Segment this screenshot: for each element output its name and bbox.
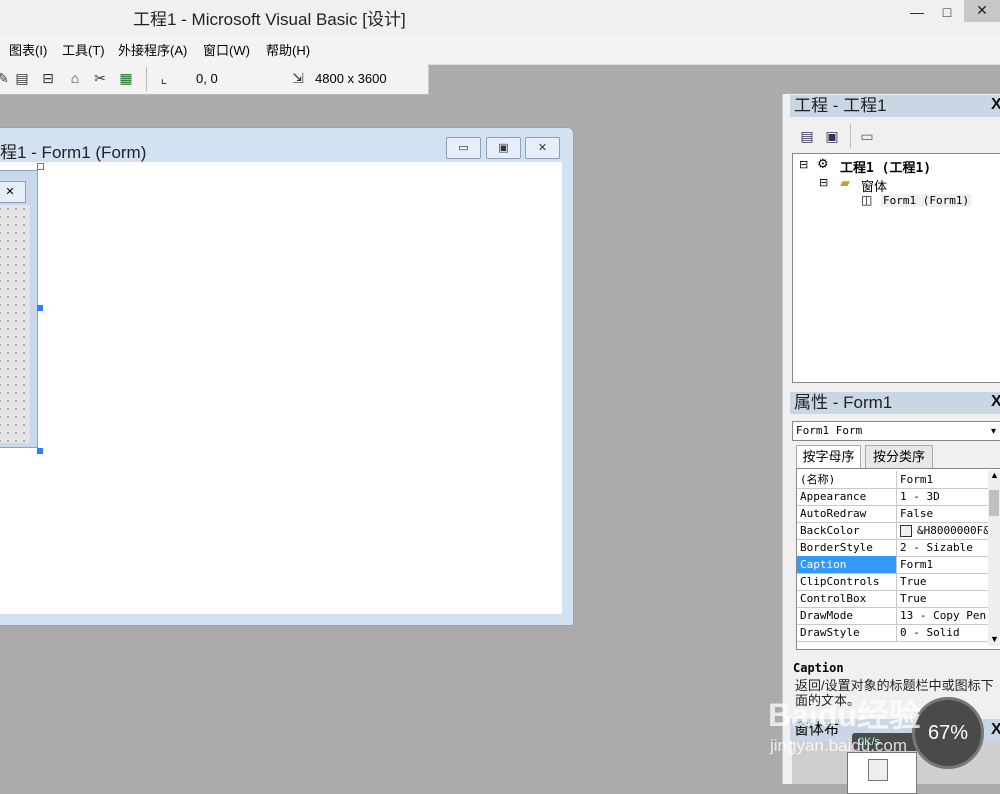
property-value[interactable]: &H8000000F& xyxy=(897,522,1000,539)
form-layout-screen[interactable] xyxy=(847,752,917,794)
property-value[interactable]: 0 - Solid xyxy=(897,624,992,641)
menu-help[interactable]: 帮助(H) xyxy=(266,40,310,59)
baidu-watermark-url: jingyan.baidu.com xyxy=(770,736,908,755)
property-name: BackColor xyxy=(797,522,897,539)
property-value[interactable]: True xyxy=(897,590,992,607)
property-name: (名称) xyxy=(797,471,897,488)
window-title: 工程1 - Microsoft Visual Basic [设计] xyxy=(133,10,406,29)
property-row[interactable]: ControlBox True xyxy=(797,590,989,608)
property-value[interactable]: Form1 xyxy=(897,556,992,573)
position-readout: 0, 0 xyxy=(196,71,218,86)
baidu-watermark: Baidu经验 xyxy=(768,697,921,733)
menu-window[interactable]: 窗口(W) xyxy=(203,40,250,59)
project-close-icon[interactable]: X xyxy=(991,96,1000,114)
toggle-folders-icon[interactable]: ▭ xyxy=(858,127,876,145)
property-row[interactable]: ClipControls True xyxy=(797,573,989,591)
menu-diagram[interactable]: 图表(I) xyxy=(9,40,47,59)
speed-badge: 67% xyxy=(912,697,984,769)
maximize-button[interactable]: □ xyxy=(935,2,959,22)
property-row[interactable]: DrawMode 13 - Copy Pen xyxy=(797,607,989,625)
view-code-icon[interactable]: ▤ xyxy=(798,127,816,145)
property-value[interactable]: Form1 xyxy=(897,471,992,488)
properties-window-icon[interactable]: ⊟ xyxy=(39,69,57,87)
properties-panel-title-text: 属性 - Form1 xyxy=(794,393,893,412)
property-row[interactable]: AutoRedraw False xyxy=(797,505,989,523)
form1-close-icon[interactable]: ✕ xyxy=(0,181,26,203)
form-designer-title: 程1 - Form1 (Form) xyxy=(0,143,147,162)
object-browser-icon[interactable]: ✂ xyxy=(91,69,109,87)
scroll-down-icon[interactable]: ▼ xyxy=(990,634,999,644)
menu-addins[interactable]: 外接程序(A) xyxy=(118,40,187,59)
object-selector[interactable]: Form1 Form xyxy=(792,421,1000,441)
size-readout: 4800 x 3600 xyxy=(315,71,387,86)
property-name: ClipControls xyxy=(797,573,897,590)
property-name: Caption xyxy=(797,556,897,573)
tree-form-item[interactable]: Form1 (Form1) xyxy=(881,194,972,207)
menu-tools[interactable]: 工具(T) xyxy=(62,40,105,59)
properties-panel-title: 属性 - Form1 xyxy=(790,392,1000,414)
property-description-title: Caption xyxy=(793,661,844,675)
position-icon: ⌞ xyxy=(160,70,168,86)
property-row[interactable]: (名称) Form1 xyxy=(797,471,989,489)
toolbar-separator xyxy=(146,67,147,91)
properties-close-icon[interactable]: X xyxy=(991,393,1000,411)
tree-root-label[interactable]: 工程1 (工程1) xyxy=(840,157,931,176)
resize-handle-right[interactable] xyxy=(37,305,43,311)
property-value[interactable]: True xyxy=(897,573,992,590)
project-explorer-icon[interactable]: ▤ xyxy=(13,69,31,87)
minimize-button[interactable]: — xyxy=(905,2,929,22)
collapse-folder-icon[interactable]: ⊟ xyxy=(819,176,828,189)
scroll-up-icon[interactable]: ▲ xyxy=(990,470,999,480)
property-row[interactable]: BorderStyle 2 - Sizable xyxy=(797,539,989,557)
close-button[interactable]: ✕ xyxy=(964,0,1000,22)
property-name: DrawStyle xyxy=(797,624,897,641)
project-icon: ⚙ xyxy=(817,156,829,171)
folder-icon: ▰ xyxy=(840,175,850,190)
property-row[interactable]: Appearance 1 - 3D xyxy=(797,488,989,506)
resize-handle-bottom-right[interactable] xyxy=(37,448,43,454)
tab-categorized[interactable]: 按分类序 xyxy=(865,445,933,468)
property-value[interactable]: 1 - 3D xyxy=(897,488,992,505)
property-grid: (名称) Form1 Appearance 1 - 3D AutoRedraw Fal… xyxy=(796,468,1000,650)
form-layout-preview[interactable] xyxy=(868,759,888,781)
view-object-icon[interactable]: ▣ xyxy=(823,127,841,145)
property-name: AutoRedraw xyxy=(797,505,897,522)
project-toolbar-separator xyxy=(850,124,851,148)
menu-editor-icon[interactable]: ✎ xyxy=(0,69,12,87)
chevron-down-icon[interactable]: ▾ xyxy=(991,426,996,437)
resize-handle-top[interactable] xyxy=(37,163,44,170)
form-restore-button[interactable]: ▣ xyxy=(486,137,521,159)
property-value[interactable]: False xyxy=(897,505,992,522)
property-scrollbar[interactable]: ▲ ▼ xyxy=(988,470,1000,646)
project-panel-title-text: 工程 - 工程1 xyxy=(794,96,887,115)
scrollbar-thumb[interactable] xyxy=(989,490,999,516)
project-panel-title: 工程 - 工程1 xyxy=(790,95,1000,117)
form-file-icon: ◫ xyxy=(861,193,873,207)
size-icon: ⇲ xyxy=(292,70,304,86)
toolbox-icon[interactable]: ▦ xyxy=(117,69,135,87)
property-name: DrawMode xyxy=(797,607,897,624)
property-row[interactable]: DrawStyle 0 - Solid xyxy=(797,624,989,642)
form-client-area[interactable] xyxy=(0,162,562,614)
property-name: Appearance xyxy=(797,488,897,505)
property-row-selected[interactable]: Caption Form1 xyxy=(797,556,989,574)
property-row[interactable]: BackColor &H8000000F& xyxy=(797,522,990,540)
tab-alphabetic[interactable]: 按字母序 xyxy=(796,445,861,468)
property-name: BorderStyle xyxy=(797,539,897,556)
form-layout-close-icon[interactable]: X xyxy=(991,721,1000,739)
property-value[interactable]: 2 - Sizable xyxy=(897,539,992,556)
property-value[interactable]: 13 - Copy Pen xyxy=(897,607,992,624)
form-layout-icon[interactable]: ⌂ xyxy=(66,69,84,87)
collapse-root-icon[interactable]: ⊟ xyxy=(799,158,808,171)
form-close-button[interactable]: ✕ xyxy=(525,137,560,159)
form1-grid[interactable] xyxy=(0,205,30,443)
form-minimize-button[interactable]: ▭ xyxy=(446,137,481,159)
property-name: ControlBox xyxy=(797,590,897,607)
color-swatch xyxy=(900,525,912,537)
